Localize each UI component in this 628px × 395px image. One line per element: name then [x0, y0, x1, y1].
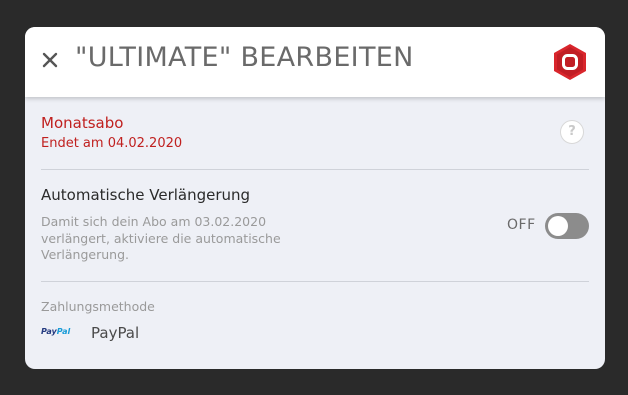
- auto-renewal-title: Automatische Verlängerung: [41, 186, 251, 204]
- toggle-state-label: OFF: [507, 217, 536, 233]
- dialog-header: "ULTIMATE" BEARBEITEN: [25, 27, 605, 97]
- auto-renewal-toggle[interactable]: [545, 213, 589, 239]
- divider: [41, 281, 589, 282]
- help-button[interactable]: ?: [560, 120, 584, 144]
- auto-renewal-description: Damit sich dein Abo am 03.02.2020 verlän…: [41, 214, 281, 262]
- plan-end-date: Endet am 04.02.2020: [41, 136, 183, 151]
- dialog-title: "ULTIMATE" BEARBEITEN: [75, 42, 414, 73]
- payment-method-label: Zahlungsmethode: [41, 299, 155, 314]
- paypal-logo-icon: PayPal: [41, 327, 71, 336]
- edit-subscription-dialog: "ULTIMATE" BEARBEITEN Monatsabo Endet am…: [25, 27, 605, 369]
- close-icon[interactable]: [41, 51, 59, 69]
- toggle-knob: [548, 216, 568, 236]
- plan-name: Monatsabo: [41, 114, 124, 132]
- hexagon-logo-icon: [554, 44, 586, 80]
- divider: [41, 169, 589, 170]
- payment-method-name: PayPal: [91, 324, 140, 342]
